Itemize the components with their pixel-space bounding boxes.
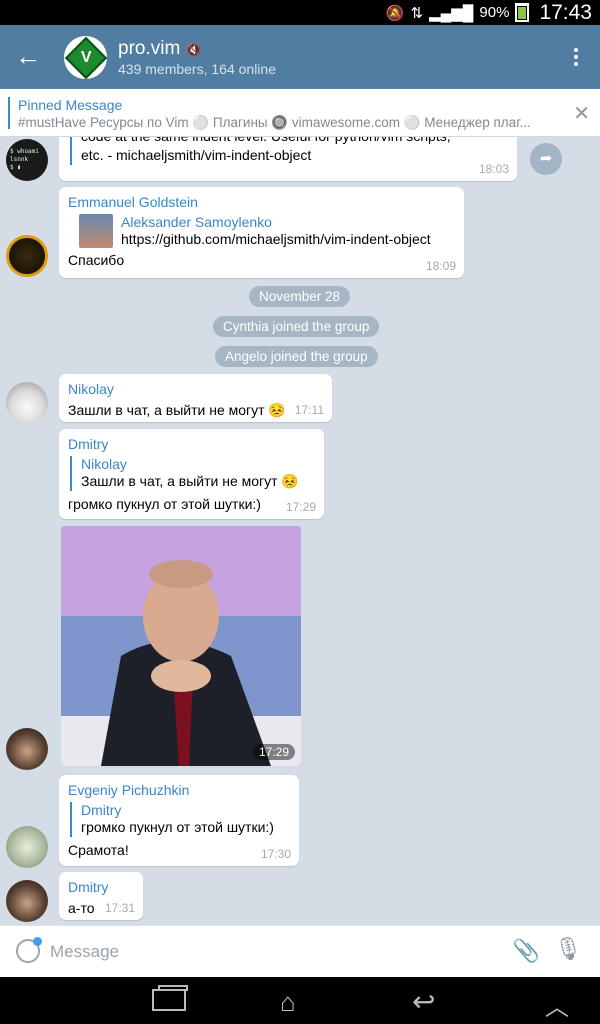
service-message: Angelo joined the group (215, 346, 378, 367)
message-time: 17:29 (285, 500, 316, 514)
back-icon[interactable]: ↩ (412, 985, 435, 1018)
quote-author: Dmitry (81, 802, 122, 818)
message-time: 17:31 (104, 901, 135, 915)
message-time: 18:09 (425, 259, 456, 273)
reply-quote[interactable]: Aleksander Samoylenko https://github.com… (79, 214, 455, 249)
link-thumbnail (79, 214, 113, 248)
more-menu-icon[interactable] (564, 43, 588, 71)
data-arrows-icon: ⇅ (410, 4, 424, 22)
muted-speaker-icon: 🔇 (186, 43, 202, 57)
message-list[interactable]: Pinned Message #mustHave Ресурсы по Vim … (0, 89, 600, 925)
photo-message[interactable]: 17:29 (61, 526, 301, 766)
pinned-message-bar[interactable]: Pinned Message #mustHave Ресурсы по Vim … (0, 89, 600, 137)
message-time: 17:30 (260, 847, 291, 861)
home-icon[interactable]: ⌂ (280, 987, 296, 1018)
message-text: громко пукнул от этой шутки:) (68, 496, 261, 512)
sender-name[interactable]: Nikolay (68, 381, 323, 397)
message-time: 18:03 (478, 162, 509, 176)
sticker-emoji-icon[interactable] (16, 937, 42, 963)
message-bubble[interactable]: Nikolay Зашли в чат, а выйти не могут 😣 … (59, 374, 332, 422)
share-arrow-icon[interactable]: ➦ (530, 143, 562, 175)
system-navigation-bar: ⌂ ↩ ︿ (0, 977, 600, 1024)
avatar[interactable] (6, 382, 48, 424)
clock: 17:43 (539, 0, 592, 24)
compose-bar: 📎 🎙 (0, 925, 600, 977)
group-member-count: 439 members, 164 online (118, 61, 276, 77)
status-bar: 🔕 ⇅ ▂▄▆█ 90% 17:43 (0, 0, 600, 25)
signal-icon: ▂▄▆█ (429, 4, 474, 22)
recent-apps-icon[interactable] (152, 985, 188, 1011)
message-bubble[interactable]: Dmitry Nikolay Зашли в чат, а выйти не м… (59, 429, 324, 519)
microphone-icon[interactable]: 🎙 (554, 936, 582, 962)
battery-icon (515, 3, 530, 22)
quote-author: Aleksander Samoylenko (121, 214, 272, 230)
message-input[interactable] (50, 938, 490, 966)
avatar[interactable] (6, 235, 48, 277)
quote-text[interactable]: https://github.com/michaeljsmith/vim-ind… (121, 230, 431, 249)
reply-quote[interactable]: Nikolay Зашли в чат, а выйти не могут 😣 (70, 456, 315, 491)
photo-image (61, 526, 301, 766)
group-title[interactable]: pro.vim 🔇 (118, 38, 201, 60)
status-icons: 🔕 ⇅ ▂▄▆█ 90% 17:43 (386, 0, 592, 25)
message-text: etc. - michaeljsmith/vim-indent-object (81, 147, 312, 163)
message-time: 17:29 (252, 744, 295, 760)
message-text: Срамота! (68, 842, 129, 858)
message-bubble[interactable]: Dmitry а-то 17:31 (59, 872, 143, 920)
avatar[interactable] (6, 728, 48, 770)
reply-quote[interactable]: Dmitry громко пукнул от этой шутки:) (70, 802, 290, 837)
date-divider: November 28 (249, 286, 351, 307)
pinned-title: Pinned Message (18, 97, 123, 113)
sender-name[interactable]: Emmanuel Goldstein (68, 194, 455, 210)
sender-name[interactable]: Evgeniy Pichuzhkin (68, 782, 290, 798)
message-bubble[interactable]: Evgeniy Pichuzhkin Dmitry громко пукнул … (59, 775, 299, 866)
quote-text: Зашли в чат, а выйти не могут 😣 (81, 473, 299, 489)
avatar[interactable]: $ whoami lsnnk $ ▮ (6, 139, 48, 181)
avatar[interactable] (6, 826, 48, 868)
quote-author: Nikolay (81, 456, 127, 472)
message-text: Зашли в чат, а выйти не могут 😣 (68, 402, 286, 418)
battery-percent: 90% (479, 4, 510, 21)
group-name: pro.vim (118, 38, 181, 59)
vim-logo-icon: V (64, 36, 107, 79)
chat-header: ← V pro.vim 🔇 439 members, 164 online (0, 25, 600, 89)
message-time: 17:11 (294, 403, 324, 417)
pinned-accent-bar (8, 97, 10, 129)
back-arrow-icon[interactable]: ← (14, 43, 42, 71)
message-text: Спасибо (68, 252, 125, 268)
chevron-up-icon[interactable]: ︿ (545, 987, 569, 1022)
message-bubble[interactable]: Emmanuel Goldstein Aleksander Samoylenko… (59, 187, 464, 278)
group-avatar[interactable]: V (64, 36, 107, 79)
close-icon[interactable]: ✕ (573, 101, 590, 126)
avatar[interactable] (6, 880, 48, 922)
sender-name[interactable]: Dmitry (68, 436, 315, 452)
quote-text: громко пукнул от этой шутки:) (81, 819, 274, 835)
sender-name[interactable]: Dmitry (68, 879, 134, 895)
pinned-text: #mustHave Ресурсы по Vim ⚪ Плагины 🔘 vim… (18, 115, 531, 130)
mute-notifications-icon: 🔕 (385, 4, 405, 22)
attach-paperclip-icon[interactable]: 📎 (513, 938, 540, 964)
service-message: Cynthia joined the group (213, 316, 380, 337)
